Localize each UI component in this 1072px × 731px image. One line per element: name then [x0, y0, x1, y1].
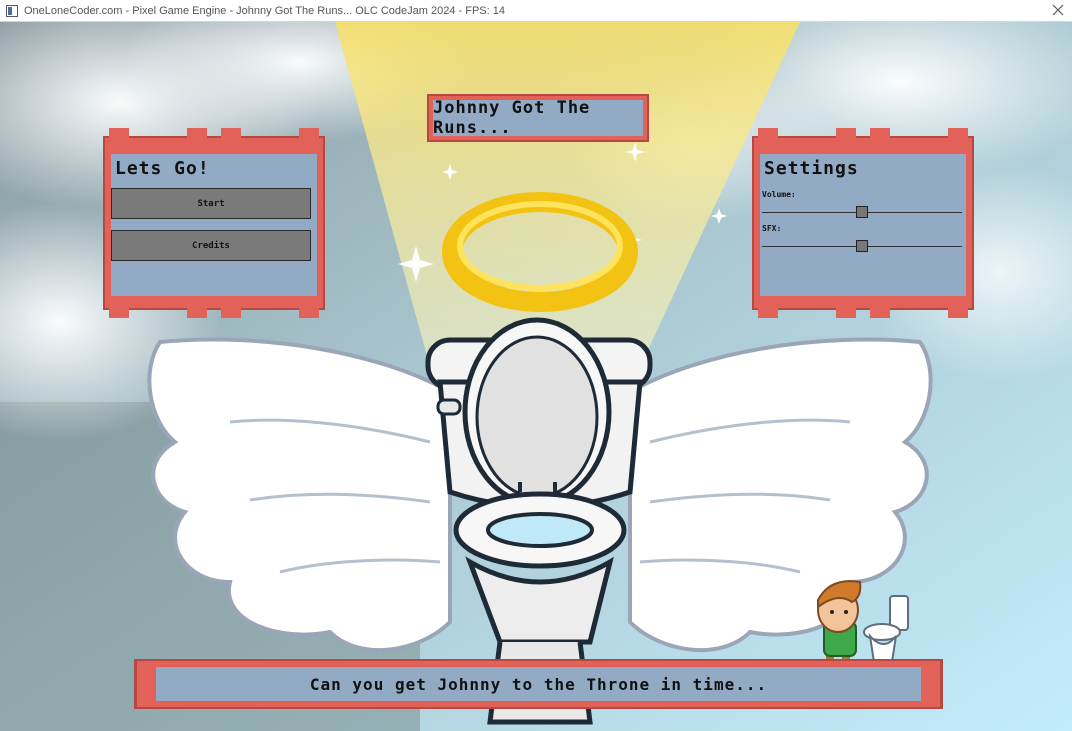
volume-label: Volume:: [762, 190, 796, 199]
app-icon: [6, 4, 18, 17]
volume-slider-thumb[interactable]: [856, 206, 868, 218]
sfx-slider[interactable]: [762, 240, 962, 254]
close-icon[interactable]: [1050, 2, 1066, 18]
tagline-panel-inner: Can you get Johnny to the Throne in time…: [156, 667, 921, 701]
settings-panel-inner: Settings Volume: SFX:: [760, 154, 966, 296]
credits-button[interactable]: Credits: [111, 230, 311, 261]
menu-panel: Lets Go! Start Credits: [103, 128, 325, 318]
game-title: Johnny Got The Runs...: [433, 98, 591, 138]
title-panel-inner: Johnny Got The Runs...: [433, 98, 643, 138]
volume-slider[interactable]: [762, 206, 962, 220]
settings-panel: Settings Volume: SFX:: [752, 128, 974, 318]
window-title: OneLoneCoder.com - Pixel Game Engine - J…: [24, 4, 505, 17]
sfx-slider-thumb[interactable]: [856, 240, 868, 252]
game-canvas[interactable]: Johnny Got The Runs... Lets Go! Start Cr…: [0, 22, 1072, 731]
tagline-text: Can you get Johnny to the Throne in time…: [309, 674, 768, 694]
sfx-label: SFX:: [762, 224, 782, 233]
menu-panel-inner: Lets Go! Start Credits: [111, 154, 317, 296]
menu-heading: Lets Go!: [115, 158, 210, 179]
tagline-panel: Can you get Johnny to the Throne in time…: [134, 659, 943, 709]
settings-heading: Settings: [764, 158, 859, 179]
window-titlebar: OneLoneCoder.com - Pixel Game Engine - J…: [0, 0, 1072, 22]
title-panel: Johnny Got The Runs...: [427, 94, 649, 142]
start-button[interactable]: Start: [111, 188, 311, 219]
